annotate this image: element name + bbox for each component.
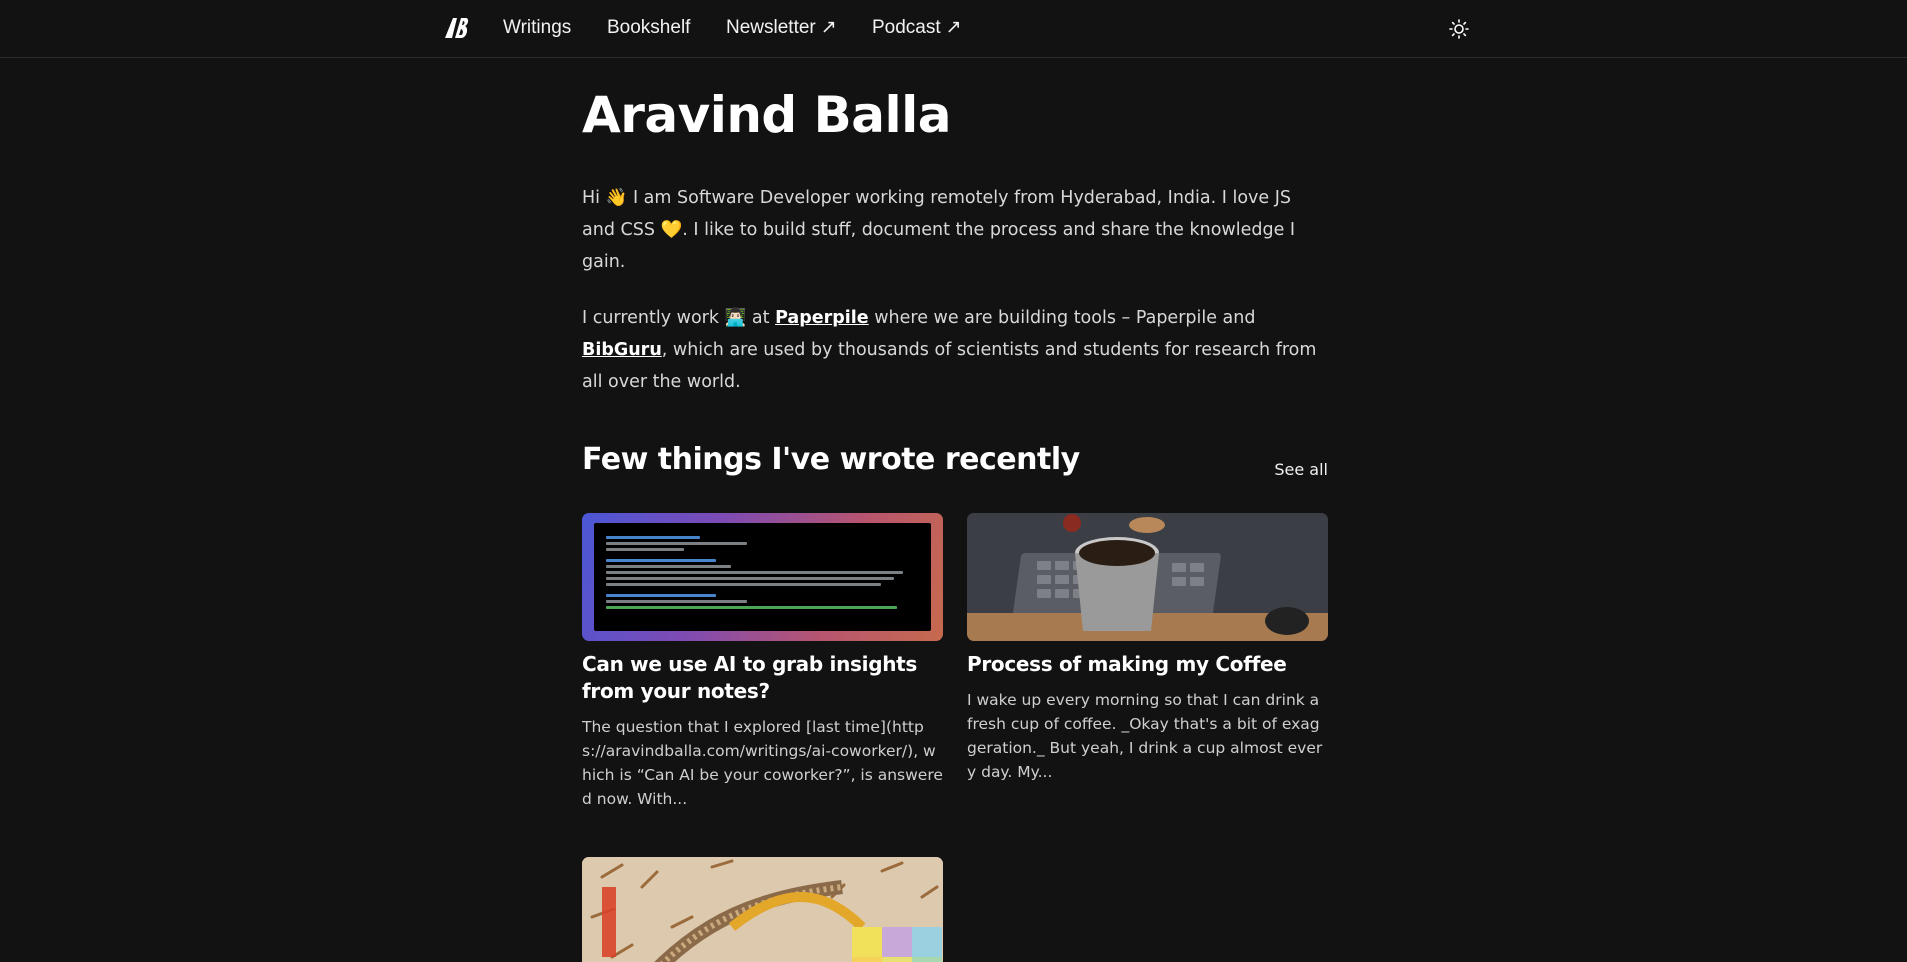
nav-podcast[interactable]: Podcast ↗ xyxy=(872,16,962,40)
wave-emoji-icon: 👋 xyxy=(605,188,628,208)
site-logo[interactable] xyxy=(441,13,471,43)
card-title: Process of making my Coffee xyxy=(967,652,1287,676)
railway-thumbnail xyxy=(582,857,943,962)
writing-card[interactable] xyxy=(582,857,943,962)
heart-emoji-icon: 💛 xyxy=(660,220,683,240)
nav-newsletter[interactable]: Newsletter ↗ xyxy=(726,16,837,40)
external-link-icon: ↗ xyxy=(820,17,837,38)
top-navigation: Writings Bookshelf Newsletter ↗ Podcast ↗ xyxy=(0,0,1907,58)
card-title: Can we use AI to grab insights from your… xyxy=(582,652,918,703)
coffee-thumbnail xyxy=(967,513,1328,641)
theme-toggle-button[interactable] xyxy=(1447,17,1471,41)
technologist-emoji-icon: 👨🏻‍💻 xyxy=(724,308,747,328)
nav-bookshelf[interactable]: Bookshelf xyxy=(607,16,690,40)
card-excerpt: The question that I explored [last time]… xyxy=(582,718,943,808)
bibguru-link[interactable]: BibGuru xyxy=(582,340,662,360)
paperpile-link[interactable]: Paperpile xyxy=(775,308,869,328)
bio-intro: Hi 👋 I am Software Developer working rem… xyxy=(582,182,1328,278)
terminal-thumbnail xyxy=(582,513,943,641)
page-title: Aravind Balla xyxy=(582,86,952,144)
recent-writings-heading: Few things I've wrote recently xyxy=(582,442,1080,477)
external-link-icon: ↗ xyxy=(945,17,962,38)
writing-card[interactable]: Can we use AI to grab insights from your… xyxy=(582,513,943,811)
card-excerpt: I wake up every morning so that I can dr… xyxy=(967,691,1323,781)
sun-icon xyxy=(1449,19,1469,39)
nav-writings[interactable]: Writings xyxy=(503,16,571,40)
see-all-link[interactable]: See all xyxy=(1274,460,1328,479)
logo-icon xyxy=(445,18,469,38)
writing-card[interactable]: Process of making my Coffee I wake up ev… xyxy=(967,513,1328,784)
bio-work: I currently work 👨🏻‍💻 at Paperpile where… xyxy=(582,302,1328,398)
